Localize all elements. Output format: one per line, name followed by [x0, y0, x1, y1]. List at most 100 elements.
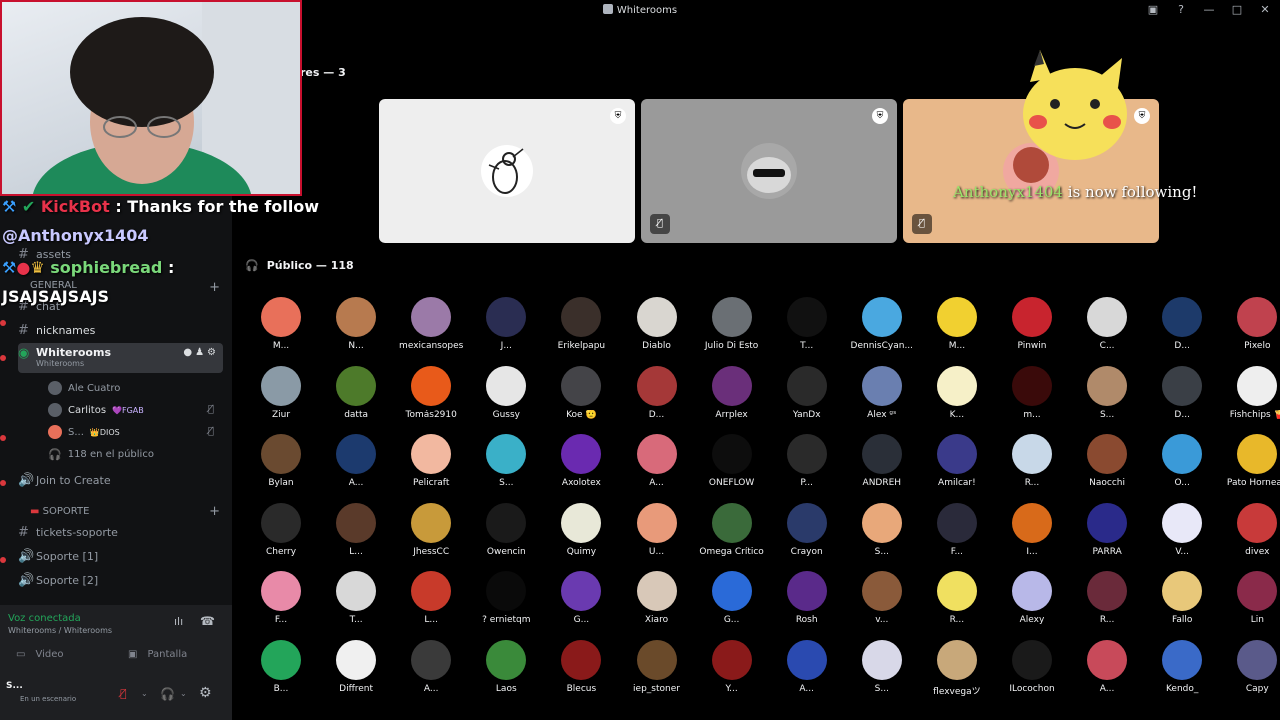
audience-member[interactable]: R... [1069, 571, 1145, 625]
audience-member[interactable]: Fallo [1144, 571, 1220, 625]
audience-member[interactable]: Axolotex [543, 434, 619, 488]
audience-member[interactable]: Blecus [543, 639, 619, 694]
audience-member[interactable]: I... [994, 502, 1070, 557]
audience-member[interactable]: G... [694, 571, 770, 625]
audience-member[interactable]: ? ernietqm [468, 571, 544, 625]
audience-member[interactable]: flexvegaツ [919, 639, 995, 697]
channel-soporte-2[interactable]: 🔊 Soporte [2] [18, 569, 223, 591]
audience-member[interactable]: R... [919, 571, 995, 625]
mic-muted-icon[interactable]: 🎙̸ [120, 687, 127, 700]
audience-member[interactable]: Diablo [619, 297, 695, 351]
audience-member[interactable]: N... [318, 297, 394, 351]
audience-member[interactable]: J... [468, 297, 544, 351]
audience-member[interactable]: v... [844, 571, 920, 625]
audience-member[interactable]: Alex ᶢˢ [844, 365, 920, 420]
audience-member[interactable]: R... [994, 434, 1070, 488]
audience-member[interactable]: Xiaro [619, 571, 695, 625]
audience-member[interactable]: divex [1219, 502, 1280, 557]
audience-member[interactable]: S... [468, 434, 544, 488]
stage-user[interactable]: S... 👑DIOS [48, 422, 120, 442]
stage-channel-whiterooms[interactable]: ◉ Whiterooms Whiterooms ●♟⚙ [18, 343, 223, 373]
stage-user[interactable]: Ale Cuatro [48, 378, 120, 398]
audience-member[interactable]: O... [1144, 434, 1220, 488]
channel-join-to-create[interactable]: 🔊 Join to Create [18, 469, 223, 491]
maximize-icon[interactable]: □ [1230, 3, 1244, 16]
audience-member[interactable]: T... [318, 571, 394, 625]
add-channel-icon[interactable]: + [209, 504, 220, 519]
audience-member[interactable]: ONEFLOW [694, 434, 770, 488]
headphones-icon[interactable]: 🎧 [160, 687, 175, 701]
speaker-tile[interactable]: ⛨ [379, 99, 635, 243]
audience-member[interactable]: Ziur [243, 365, 319, 420]
channel-soporte-1[interactable]: 🔊 Soporte [1] [18, 545, 223, 567]
audience-member[interactable]: Lin [1219, 571, 1280, 625]
noise-suppression-icon[interactable]: ılı [174, 615, 183, 628]
audience-member[interactable]: A... [393, 639, 469, 694]
audience-member[interactable]: L... [393, 571, 469, 625]
minimize-icon[interactable]: — [1202, 3, 1216, 16]
audience-member[interactable]: Bylan [243, 434, 319, 488]
audience-member[interactable]: Fishchips 🍟 [1219, 365, 1280, 420]
audience-member[interactable]: A... [1069, 639, 1145, 694]
audience-member[interactable]: L... [318, 502, 394, 557]
audience-member[interactable]: ILocochon [994, 639, 1070, 694]
audience-member[interactable]: A... [619, 434, 695, 488]
audience-member[interactable]: Diffrent [318, 639, 394, 694]
audience-member[interactable]: datta [318, 365, 394, 420]
audience-member[interactable]: D... [1144, 297, 1220, 351]
audience-member[interactable]: Quimy [543, 502, 619, 557]
audience-member[interactable]: Y... [694, 639, 770, 694]
audience-member[interactable]: A... [769, 639, 845, 694]
audience-member[interactable]: JhessCC [393, 502, 469, 557]
audience-member[interactable]: T... [769, 297, 845, 351]
inbox-icon[interactable]: ▣ [1146, 3, 1160, 16]
audience-member[interactable]: M... [243, 297, 319, 351]
audience-member[interactable]: P... [769, 434, 845, 488]
audience-member[interactable]: A... [318, 434, 394, 488]
audience-member[interactable]: Laos [468, 639, 544, 694]
video-button[interactable]: ▭ Video [8, 643, 113, 665]
chevron-down-icon[interactable]: ⌄ [180, 689, 187, 698]
audience-member[interactable]: Capy [1219, 639, 1280, 694]
audience-member[interactable]: S... [1069, 365, 1145, 420]
audience-member[interactable]: ANDREH [844, 434, 920, 488]
channel-actions-icon[interactable]: ●♟⚙ [183, 347, 219, 358]
stage-user[interactable]: Carlitos 💜FGAB [48, 400, 144, 420]
channel-nicknames[interactable]: # nicknames [18, 319, 223, 341]
audience-member[interactable]: Julio Di Esto [694, 297, 770, 351]
audience-member[interactable]: Cherry [243, 502, 319, 557]
audience-member[interactable]: D... [1144, 365, 1220, 420]
audience-member[interactable]: Alexy [994, 571, 1070, 625]
audience-member[interactable]: B... [243, 639, 319, 694]
audience-member[interactable]: Naocchi [1069, 434, 1145, 488]
audience-member[interactable]: G... [543, 571, 619, 625]
audience-member[interactable]: S... [844, 502, 920, 557]
audience-member[interactable]: F... [919, 502, 995, 557]
audience-member[interactable]: F... [243, 571, 319, 625]
audience-member[interactable]: Rosh [769, 571, 845, 625]
audience-member[interactable]: Pelicraft [393, 434, 469, 488]
audience-member[interactable]: U... [619, 502, 695, 557]
category-soporte[interactable]: ▬ SOPORTE [30, 506, 89, 517]
audience-member[interactable]: mexicansopes [393, 297, 469, 351]
audience-member[interactable]: Pato Hornead [1219, 434, 1280, 488]
audience-member[interactable]: Amilcar! [919, 434, 995, 488]
settings-icon[interactable]: ⚙ [199, 685, 212, 701]
audience-member[interactable]: m... [994, 365, 1070, 420]
audience-member[interactable]: PARRA [1069, 502, 1145, 557]
audience-member[interactable]: iep_stoner [619, 639, 695, 694]
close-icon[interactable]: ✕ [1258, 3, 1272, 16]
audience-member[interactable]: DennisCyan... [844, 297, 920, 351]
audience-member[interactable]: Koe 🫡 [543, 365, 619, 420]
screen-share-button[interactable]: ▣ Pantalla [120, 643, 225, 665]
help-icon[interactable]: ? [1174, 3, 1188, 16]
audience-member[interactable]: C... [1069, 297, 1145, 351]
audience-member[interactable]: Erikelpapu [543, 297, 619, 351]
audience-member[interactable]: K... [919, 365, 995, 420]
speaker-tile[interactable]: ⛨ 🎙̸ [641, 99, 897, 243]
user-name[interactable]: S... [6, 681, 23, 691]
audience-count[interactable]: 🎧 118 en el público [48, 444, 154, 464]
audience-member[interactable]: Arrplex [694, 365, 770, 420]
audience-member[interactable]: D... [619, 365, 695, 420]
audience-member[interactable]: YanDx [769, 365, 845, 420]
